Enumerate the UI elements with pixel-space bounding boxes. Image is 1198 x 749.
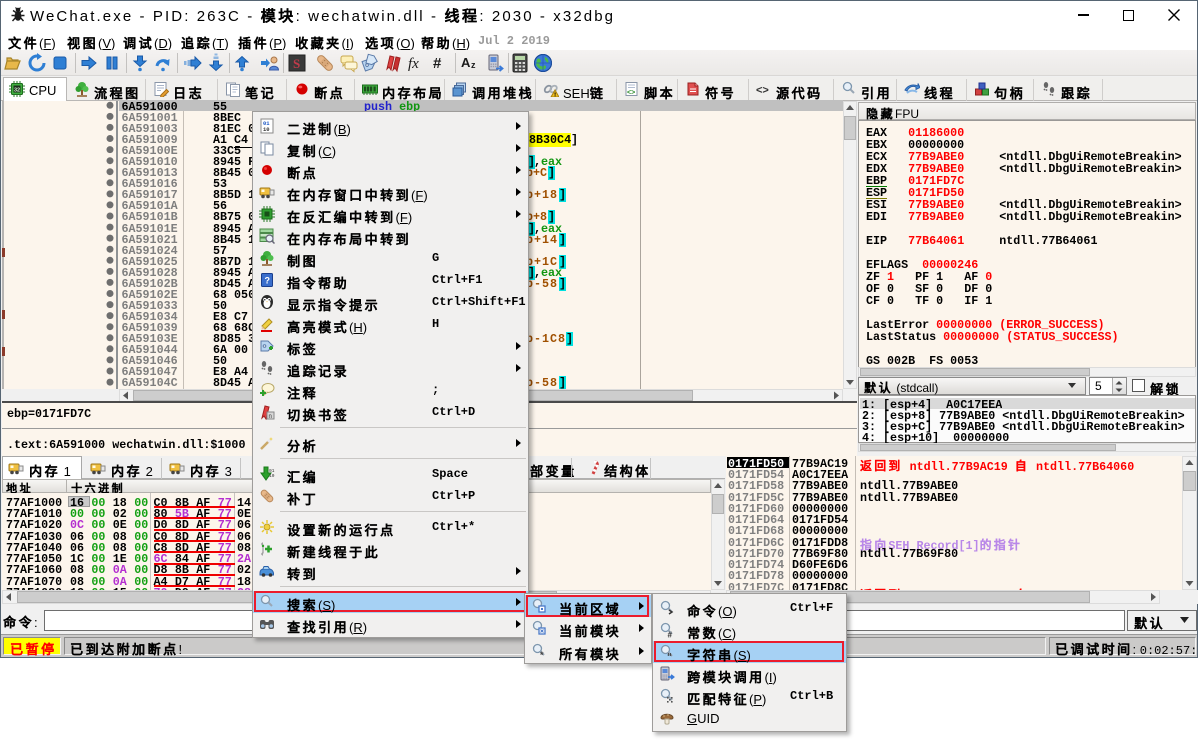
svg-text:10: 10 — [269, 473, 275, 479]
svg-text:fx: fx — [408, 56, 419, 72]
svg-text:A: A — [461, 55, 471, 70]
svg-text:<>: <> — [756, 85, 769, 97]
svg-text:#: # — [433, 55, 442, 72]
svg-text:n: n — [269, 414, 272, 420]
svg-text:z: z — [471, 60, 476, 70]
svg-text:32: 32 — [14, 88, 20, 94]
svg-text:“: “ — [667, 652, 672, 660]
svg-text:#: # — [668, 630, 673, 638]
svg-text:<>: <> — [627, 90, 635, 97]
svg-text:*: * — [540, 650, 544, 659]
svg-text:S: S — [293, 56, 300, 71]
svg-text:?: ? — [265, 275, 271, 285]
svg-text:10: 10 — [263, 126, 270, 133]
